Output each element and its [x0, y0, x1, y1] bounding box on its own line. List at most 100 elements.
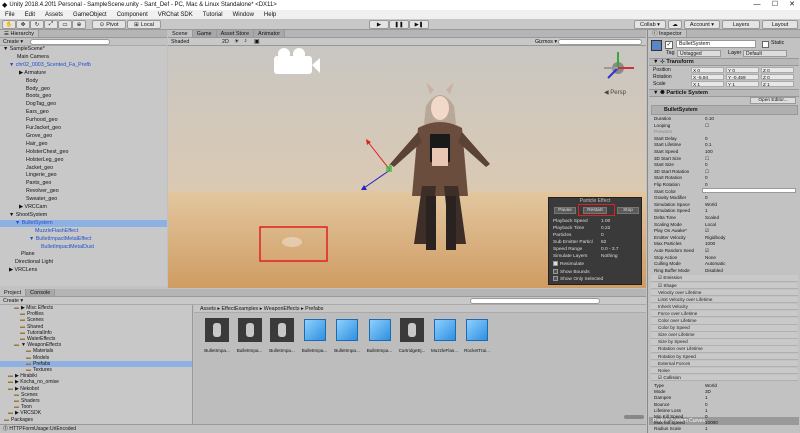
hierarchy-item[interactable]: ▼ BulletSystem: [0, 219, 167, 228]
particle-system-header[interactable]: ▼ ✺ Particle System: [649, 89, 799, 97]
transform-y-field[interactable]: Y 1: [726, 81, 759, 88]
play-button[interactable]: ▶: [369, 20, 389, 29]
hierarchy-item[interactable]: Pants_geo: [0, 180, 167, 187]
cloud-button[interactable]: ☁: [668, 20, 682, 29]
hierarchy-item[interactable]: Body_geo: [0, 86, 167, 93]
particle-module-header[interactable]: Size by Speed: [651, 339, 798, 346]
gizmos-dropdown[interactable]: Gizmos ▾: [535, 39, 557, 45]
hand-tool-button[interactable]: ✋: [2, 20, 16, 29]
hierarchy-item[interactable]: Jacket_geo: [0, 165, 167, 172]
menu-item-help[interactable]: Help: [259, 12, 281, 18]
property-value[interactable]: 100: [705, 149, 713, 155]
tag-dropdown[interactable]: Untagged: [677, 50, 721, 57]
property-value[interactable]: 0: [705, 195, 708, 201]
property-value[interactable]: 0: [705, 182, 708, 188]
property-value[interactable]: 0: [705, 136, 708, 142]
scale-tool-button[interactable]: ⤢: [44, 20, 58, 29]
rect-tool-button[interactable]: ▭: [58, 20, 72, 29]
transform-x-field[interactable]: X -5.94: [691, 74, 724, 81]
particle-module-header[interactable]: Force over Lifetime: [651, 310, 798, 318]
hierarchy-item[interactable]: ▼ BulletImpactMetalEffect: [0, 236, 167, 243]
hierarchy-item[interactable]: Lingerie_geo: [0, 172, 167, 179]
open-editor-button[interactable]: Open Editor...: [750, 97, 796, 104]
particle-effect-row-value[interactable]: 1.00: [601, 218, 610, 225]
checkbox-icon[interactable]: [553, 276, 558, 282]
maximize-icon[interactable]: ☐: [768, 0, 782, 10]
property-value[interactable]: Automatic: [705, 261, 725, 267]
tab-scene[interactable]: Scene: [168, 30, 193, 37]
scene-search-input[interactable]: [558, 39, 642, 45]
property-value[interactable]: Rigidbody: [705, 235, 725, 241]
hierarchy-item[interactable]: Ears_geo: [0, 109, 167, 116]
local-toggle[interactable]: ⊞ Local: [127, 20, 161, 29]
icon-size-slider[interactable]: [624, 415, 644, 419]
hierarchy-item[interactable]: BulletImpactMetalDust: [0, 244, 167, 251]
particle-module-header[interactable]: Rotation by Speed: [651, 353, 798, 361]
hierarchy-item[interactable]: Hair_geo: [0, 141, 167, 148]
particle-module-header[interactable]: Inherit Velocity: [651, 303, 798, 311]
checkbox-icon[interactable]: [553, 261, 558, 267]
transform-z-field[interactable]: Z 1: [761, 81, 794, 88]
hierarchy-item[interactable]: FurJacket_geo: [0, 125, 167, 132]
particle-module-header[interactable]: ☑ Collision: [651, 374, 798, 382]
menu-item-vrchat-sdk[interactable]: VRChat SDK: [153, 12, 198, 18]
hierarchy-item[interactable]: ▶ VRCCam: [0, 204, 167, 211]
particle-effect-option[interactable]: Resimulate: [553, 261, 584, 268]
property-value[interactable]: 1: [705, 426, 708, 432]
audio-icon[interactable]: ♪: [244, 38, 247, 44]
property-value[interactable]: Scaled: [705, 215, 719, 221]
layer-dropdown[interactable]: Default: [743, 50, 787, 57]
particle-module-header[interactable]: Velocity over Lifetime: [651, 289, 798, 297]
hierarchy-item[interactable]: Revolver_geo: [0, 188, 167, 195]
tab-console[interactable]: Console: [26, 289, 56, 296]
stop-effect-button[interactable]: Stop: [617, 207, 639, 214]
tab-game[interactable]: Game: [192, 30, 217, 37]
particle-module-header[interactable]: ☑ Emission: [651, 275, 798, 282]
hierarchy-item[interactable]: Main Camera: [0, 54, 167, 61]
tab-hierarchy[interactable]: ☰ Hierarchy: [0, 30, 40, 37]
menu-item-file[interactable]: File: [0, 12, 20, 18]
hierarchy-item[interactable]: Grove_geo: [0, 133, 167, 140]
asset-item[interactable]: BulletImpa...: [202, 317, 232, 353]
property-value[interactable]: 1: [705, 395, 708, 401]
tab-animator[interactable]: Animator: [254, 30, 286, 37]
menu-item-edit[interactable]: Edit: [20, 12, 40, 18]
property-value[interactable]: 1000: [705, 241, 715, 247]
hierarchy-item[interactable]: Boots_geo: [0, 93, 167, 100]
hierarchy-item[interactable]: ▶ Armature: [0, 70, 167, 77]
lighting-icon[interactable]: ☀: [234, 38, 239, 45]
shading-mode-dropdown[interactable]: Shaded: [171, 39, 189, 45]
hierarchy-item[interactable]: Directional Light: [0, 259, 167, 266]
menu-item-gameobject[interactable]: GameObject: [68, 12, 112, 18]
property-value[interactable]: 1: [705, 208, 708, 214]
particle-module-header[interactable]: Color by Speed: [651, 325, 798, 332]
menu-item-assets[interactable]: Assets: [40, 12, 68, 18]
static-checkbox[interactable]: [762, 41, 769, 48]
menu-item-tutorial[interactable]: Tutorial: [198, 12, 228, 18]
layers-button[interactable]: Layers: [722, 20, 760, 29]
property-value[interactable]: ☐: [705, 123, 709, 129]
asset-item[interactable]: MuzzleFlas...: [430, 317, 460, 353]
checkbox-icon[interactable]: [553, 268, 558, 274]
transform-z-field[interactable]: Z 0: [761, 67, 794, 73]
hierarchy-item[interactable]: ▼ SampleScene*: [0, 46, 167, 53]
transform-x-field[interactable]: X 0: [691, 67, 724, 73]
property-value[interactable]: 1: [705, 408, 708, 414]
asset-item[interactable]: BulletImpa...: [235, 317, 265, 353]
hierarchy-item[interactable]: HolsterLeg_geo: [0, 157, 167, 164]
property-value[interactable]: 0: [705, 162, 708, 168]
particle-effect-option[interactable]: Show Only Selected: [553, 276, 603, 283]
transform-x-field[interactable]: X 1: [691, 81, 724, 88]
active-checkbox[interactable]: ✓: [665, 41, 673, 49]
particle-effect-row-value[interactable]: Nothing: [601, 253, 618, 260]
pause-button[interactable]: ❚❚: [389, 20, 409, 29]
particle-module-header[interactable]: Limit Velocity over Lifetime: [651, 296, 798, 304]
hierarchy-item[interactable]: ▼ ShootSystem: [0, 212, 167, 219]
asset-item[interactable]: BulletImpa...: [267, 317, 297, 353]
asset-item[interactable]: BulletImpa...: [365, 317, 395, 353]
property-value[interactable]: ☐: [705, 156, 709, 162]
bulletsystem-module-header[interactable]: BulletSystem: [651, 105, 798, 115]
minimize-icon[interactable]: —: [750, 0, 764, 10]
property-value[interactable]: ☑: [705, 228, 709, 234]
pivot-toggle[interactable]: ⊙ Pivot: [92, 20, 126, 29]
